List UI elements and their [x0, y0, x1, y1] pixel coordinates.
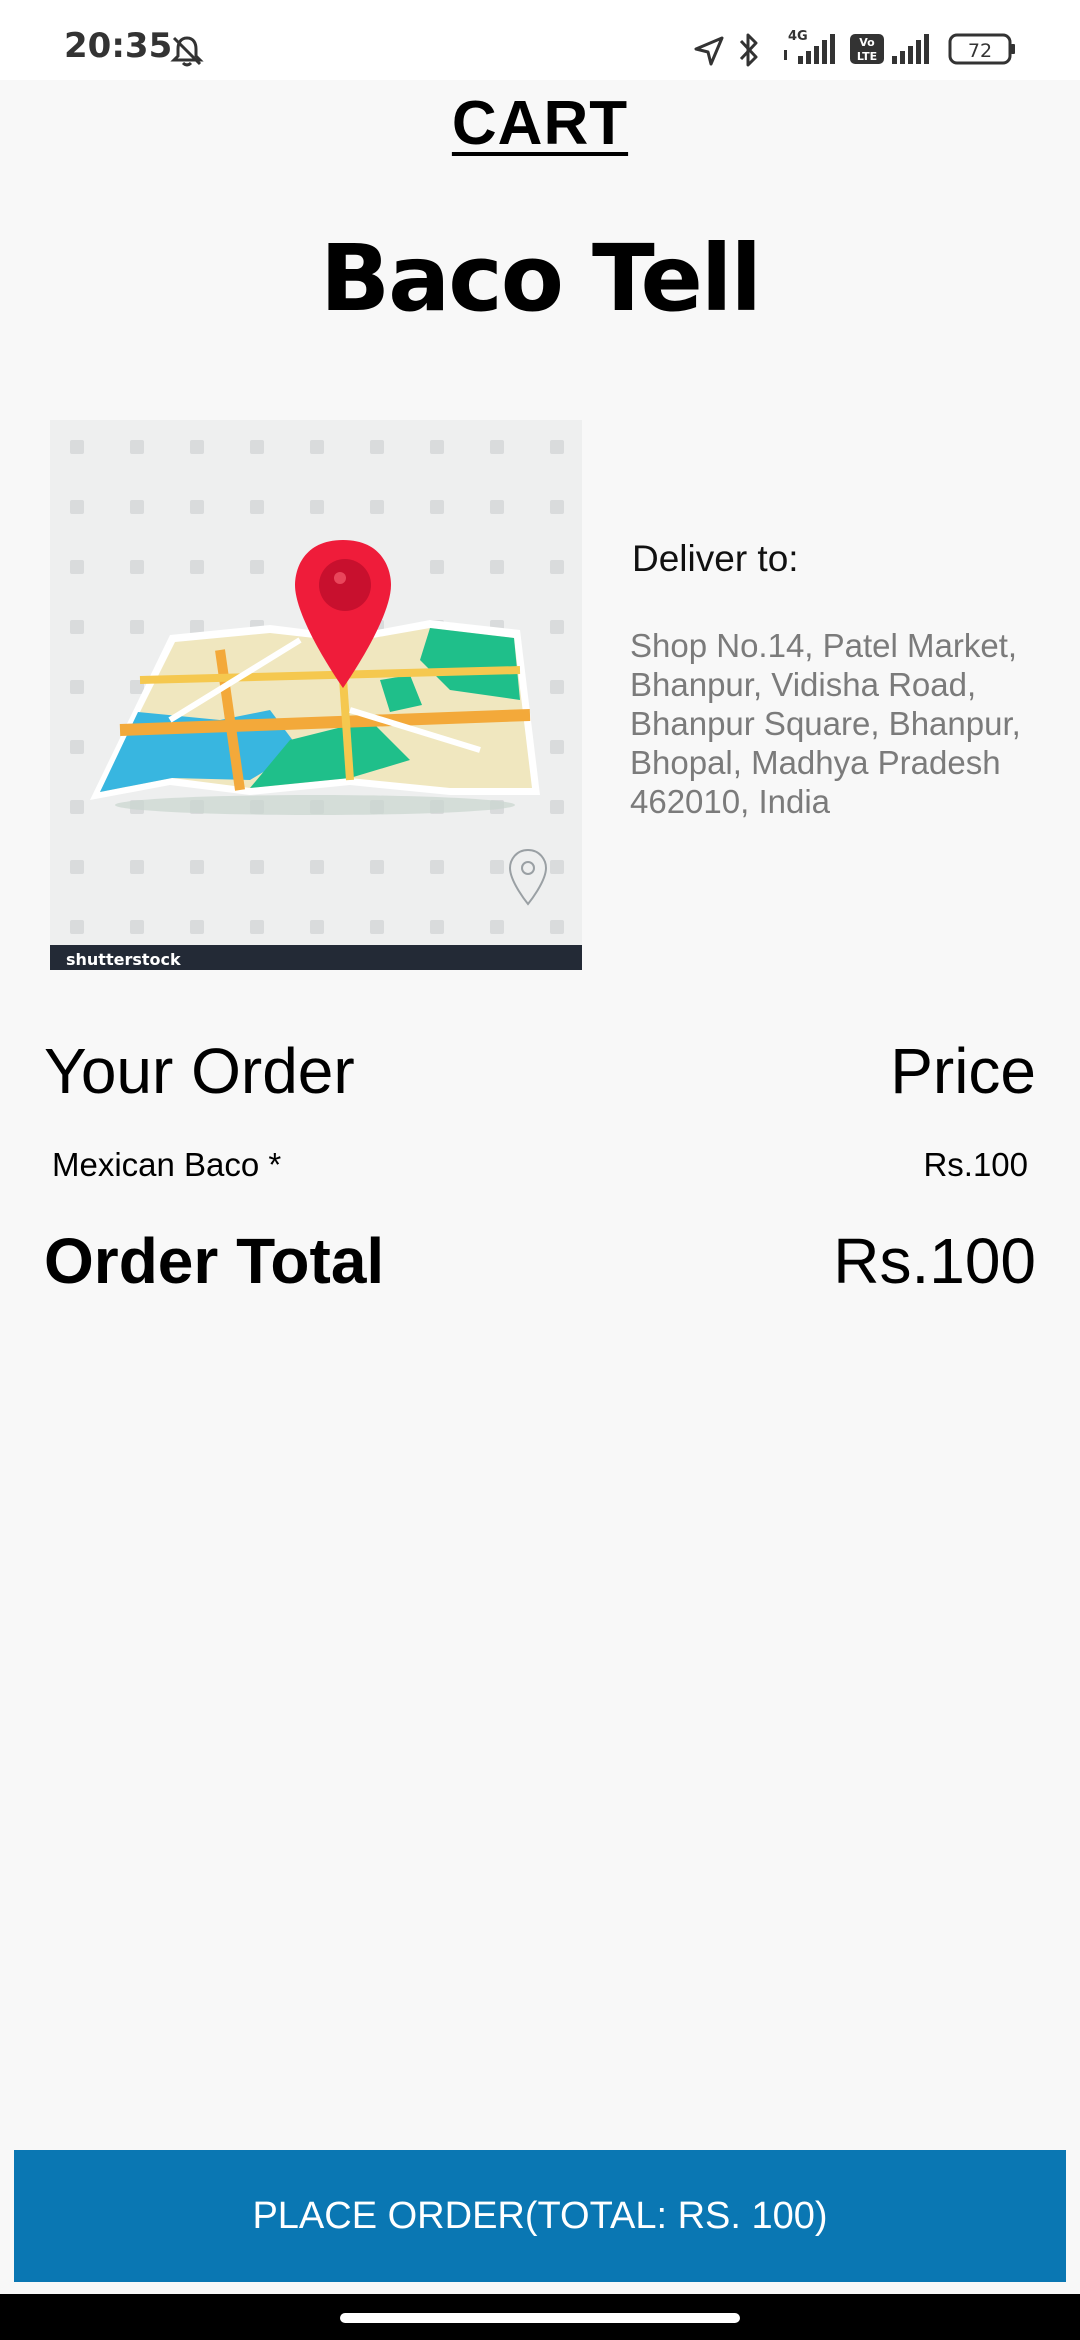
status-bar: 20:35 4G Vo LTE 72: [0, 0, 1080, 80]
price-heading: Price: [890, 1035, 1036, 1107]
bell-off-icon: [168, 32, 206, 75]
order-total-value: Rs.100: [833, 1225, 1036, 1297]
page-title: CART: [451, 89, 629, 158]
order-total-label: Order Total: [44, 1225, 385, 1297]
battery-icon: 72: [948, 32, 1018, 71]
svg-text:LTE: LTE: [857, 50, 877, 63]
place-order-button[interactable]: PLACE ORDER(TOTAL: RS. 100): [14, 2150, 1066, 2282]
your-order-heading: Your Order: [44, 1035, 355, 1107]
location-arrow-icon: [692, 34, 726, 73]
network-label: 4G: [788, 29, 808, 44]
watermark-text: shutterstock: [66, 950, 181, 969]
deliver-to-label: Deliver to:: [632, 538, 799, 579]
home-indicator[interactable]: [340, 2313, 740, 2323]
delivery-address: Shop No.14, Patel Market, Bhanpur, Vidis…: [630, 627, 1021, 820]
signal-icon: [890, 32, 936, 71]
status-time: 20:35: [64, 26, 173, 66]
delivery-map-image: shutterstock: [50, 420, 582, 970]
svg-text:Vo: Vo: [859, 36, 875, 49]
volte-icon: Vo LTE: [850, 34, 884, 69]
bluetooth-icon: [736, 30, 762, 75]
battery-level: 72: [968, 40, 992, 62]
signal-icon: 4G: [778, 28, 840, 73]
order-item-price: Rs.100: [923, 1146, 1028, 1183]
order-item-name: Mexican Baco *: [52, 1146, 282, 1183]
store-name: Baco Tell: [320, 225, 762, 332]
